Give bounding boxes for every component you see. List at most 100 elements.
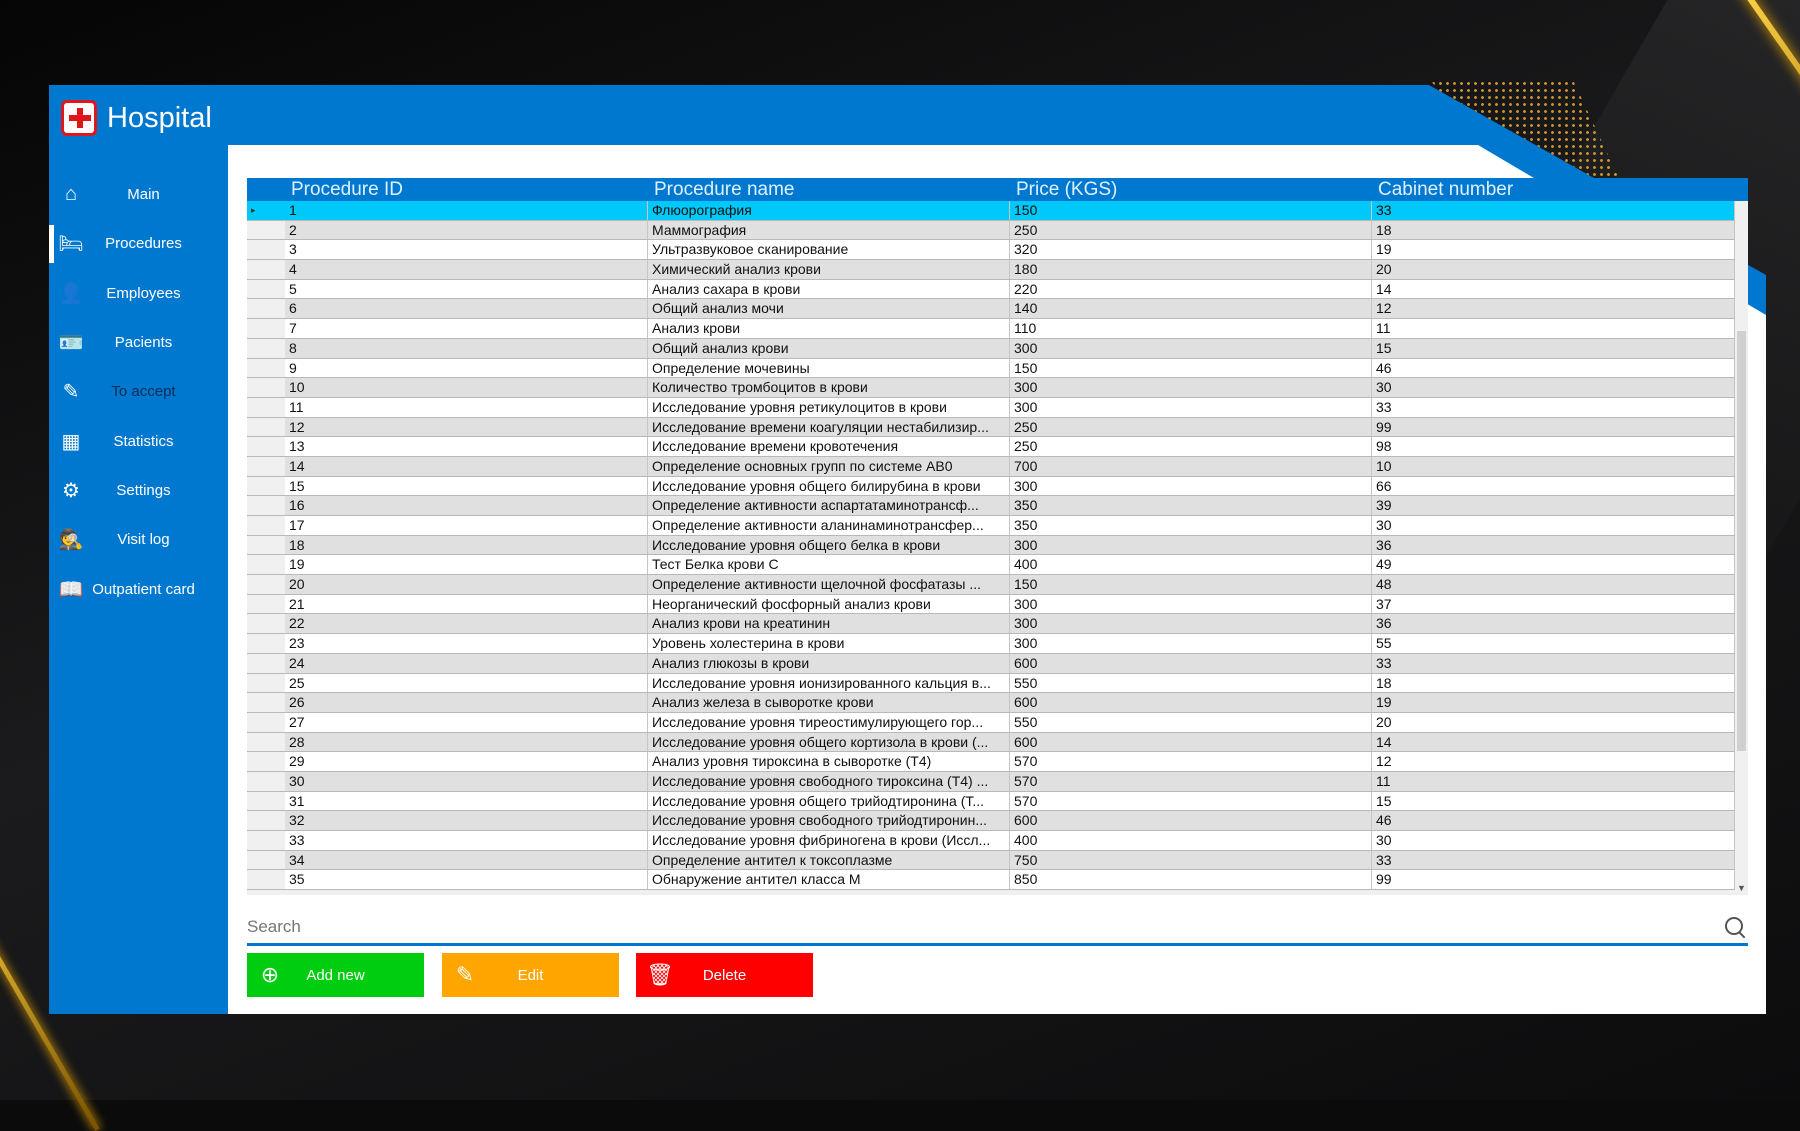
table-cell[interactable]: 22 — [285, 614, 648, 634]
table-cell[interactable]: Исследование времени коагуляции нестабил… — [648, 417, 1010, 437]
search-input[interactable] — [247, 916, 1722, 937]
table-cell[interactable]: Уровень холестерина в крови — [648, 634, 1010, 653]
table-row[interactable]: 24 Анализ глюкозы в крови 600 33 — [247, 653, 1748, 674]
table-row[interactable]: 11 Исследование уровня ретикулоцитов в кр… — [247, 397, 1748, 418]
row-header[interactable] — [247, 279, 285, 299]
vertical-scrollbar[interactable]: ▼ — [1735, 201, 1748, 895]
table-cell[interactable]: 11 — [1372, 771, 1735, 791]
table-cell[interactable]: Исследование уровня свободного трийодтир… — [648, 811, 1010, 830]
table-cell[interactable]: 12 — [285, 417, 648, 437]
table-cell[interactable]: 46 — [1372, 358, 1735, 378]
row-header[interactable] — [247, 240, 285, 260]
table-row[interactable]: 19 Тест Белка крови С 400 49 — [247, 555, 1748, 576]
row-header[interactable]: ▸ — [247, 201, 285, 220]
table-cell[interactable]: 400 — [1010, 555, 1372, 575]
table-cell[interactable]: 99 — [1372, 417, 1735, 437]
table-cell[interactable]: 9 — [285, 358, 648, 378]
table-cell[interactable]: 18 — [1372, 220, 1735, 240]
table-cell[interactable]: Обнаружение антител класса М — [648, 870, 1010, 890]
table-row[interactable]: 12 Исследование времени коагуляции нестаб… — [247, 417, 1748, 438]
table-cell[interactable]: 19 — [1372, 693, 1735, 712]
table-row[interactable]: 32 Исследование уровня свободного трийодт… — [247, 811, 1748, 831]
row-header[interactable] — [247, 771, 285, 791]
table-cell[interactable]: 19 — [1372, 240, 1735, 260]
table-cell[interactable]: Определение мочевины — [648, 358, 1010, 378]
sidebar-item-procedures[interactable]: 🛏 Procedures — [49, 219, 228, 268]
row-header[interactable] — [247, 555, 285, 575]
table-cell[interactable]: 12 — [1372, 299, 1735, 319]
search-icon[interactable] — [1722, 914, 1748, 940]
table-cell[interactable]: Ультразвуковое сканирование — [648, 240, 1010, 260]
table-cell[interactable]: Анализ крови — [648, 319, 1010, 338]
row-header[interactable] — [247, 594, 285, 614]
table-cell[interactable]: 5 — [285, 279, 648, 299]
table-cell[interactable]: Исследование уровня ретикулоцитов в кров… — [648, 397, 1010, 417]
table-cell[interactable]: 66 — [1372, 476, 1735, 496]
table-cell[interactable]: 20 — [1372, 712, 1735, 732]
row-header[interactable] — [247, 870, 285, 890]
table-cell[interactable]: 33 — [1372, 850, 1735, 870]
table-cell[interactable]: 36 — [1372, 535, 1735, 555]
table-cell[interactable]: 21 — [285, 594, 648, 614]
table-row[interactable]: 28 Исследование уровня общего кортизола в… — [247, 732, 1748, 753]
edit-button[interactable]: ✎ Edit — [442, 953, 619, 997]
table-cell[interactable]: 28 — [285, 732, 648, 752]
table-row[interactable]: 22 Анализ крови на креатинин 300 36 — [247, 614, 1748, 635]
table-row[interactable]: 25 Исследование уровня ионизированного ка… — [247, 673, 1748, 694]
table-cell[interactable]: 150 — [1010, 575, 1372, 594]
sidebar-item-pacients[interactable]: 🪪 Pacients — [49, 318, 228, 367]
table-cell[interactable]: Тест Белка крови С — [648, 555, 1010, 575]
table-cell[interactable]: 39 — [1372, 496, 1735, 515]
row-header[interactable] — [247, 791, 285, 811]
row-header[interactable] — [247, 338, 285, 358]
row-header[interactable] — [247, 299, 285, 319]
row-header[interactable] — [247, 496, 285, 515]
table-row[interactable]: 26 Анализ железа в сыворотке крови 600 19 — [247, 693, 1748, 713]
table-cell[interactable]: Исследование уровня ионизированного каль… — [648, 673, 1010, 693]
table-row[interactable]: 4 Химический анализ крови 180 20 — [247, 260, 1748, 280]
table-cell[interactable]: 7 — [285, 319, 648, 338]
table-cell[interactable]: 600 — [1010, 693, 1372, 712]
table-cell[interactable]: 750 — [1010, 850, 1372, 870]
sidebar-item-employees[interactable]: 👤 Employees — [49, 269, 228, 318]
sidebar-item-outpatient-card[interactable]: 📖 Outpatient card — [49, 564, 228, 613]
table-cell[interactable]: Определение активности аспартатаминотран… — [648, 496, 1010, 515]
row-header[interactable] — [247, 673, 285, 693]
table-cell[interactable]: Определение активности аланинаминотрансф… — [648, 516, 1010, 535]
table-row[interactable]: 35 Обнаружение антител класса М 850 99 — [247, 870, 1748, 891]
table-cell[interactable]: 300 — [1010, 634, 1372, 653]
table-cell[interactable]: 300 — [1010, 338, 1372, 358]
table-row[interactable]: 16 Определение активности аспартатаминотр… — [247, 496, 1748, 516]
sidebar-item-main[interactable]: ⌂ Main — [49, 170, 228, 219]
table-row[interactable]: 3 Ультразвуковое сканирование 320 19 — [247, 240, 1748, 261]
table-cell[interactable]: 570 — [1010, 752, 1372, 771]
table-cell[interactable]: 400 — [1010, 831, 1372, 850]
table-cell[interactable]: 14 — [285, 456, 648, 476]
table-cell[interactable]: Общий анализ мочи — [648, 299, 1010, 319]
row-header[interactable] — [247, 319, 285, 338]
table-cell[interactable]: 600 — [1010, 732, 1372, 752]
row-header[interactable] — [247, 378, 285, 397]
table-cell[interactable]: Определение основных групп по системе АВ… — [648, 456, 1010, 476]
table-cell[interactable]: Флюорография — [648, 201, 1010, 220]
table-cell[interactable]: 20 — [285, 575, 648, 594]
row-header[interactable] — [247, 634, 285, 653]
scroll-down-arrow-icon[interactable]: ▼ — [1737, 883, 1746, 893]
table-row[interactable]: 10 Количество тромбоцитов в крови 300 30 — [247, 378, 1748, 398]
table-cell[interactable]: Маммография — [648, 220, 1010, 240]
table-cell[interactable]: 33 — [1372, 397, 1735, 417]
table-cell[interactable]: 8 — [285, 338, 648, 358]
table-cell[interactable]: 32 — [285, 811, 648, 830]
scrollbar-thumb[interactable] — [1737, 331, 1746, 751]
table-cell[interactable]: 550 — [1010, 712, 1372, 732]
table-cell[interactable]: 48 — [1372, 575, 1735, 594]
table-cell[interactable]: 37 — [1372, 594, 1735, 614]
table-row[interactable]: 15 Исследование уровня общего билирубина … — [247, 476, 1748, 497]
table-cell[interactable]: 10 — [1372, 456, 1735, 476]
table-cell[interactable]: 250 — [1010, 437, 1372, 456]
row-header[interactable] — [247, 456, 285, 476]
table-cell[interactable]: Исследование уровня тиреостимулирующего … — [648, 712, 1010, 732]
row-header[interactable] — [247, 260, 285, 279]
table-cell[interactable]: 6 — [285, 299, 648, 319]
table-cell[interactable]: Анализ сахара в крови — [648, 279, 1010, 299]
